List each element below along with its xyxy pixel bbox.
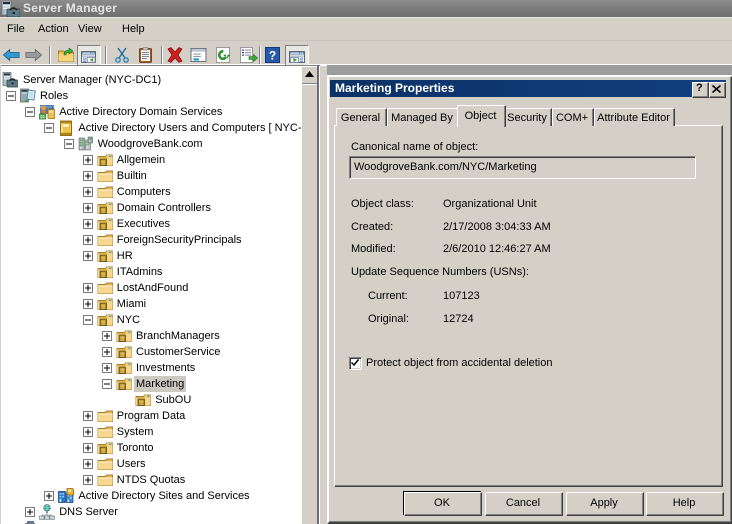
svg-text:?: ? [269,49,276,63]
